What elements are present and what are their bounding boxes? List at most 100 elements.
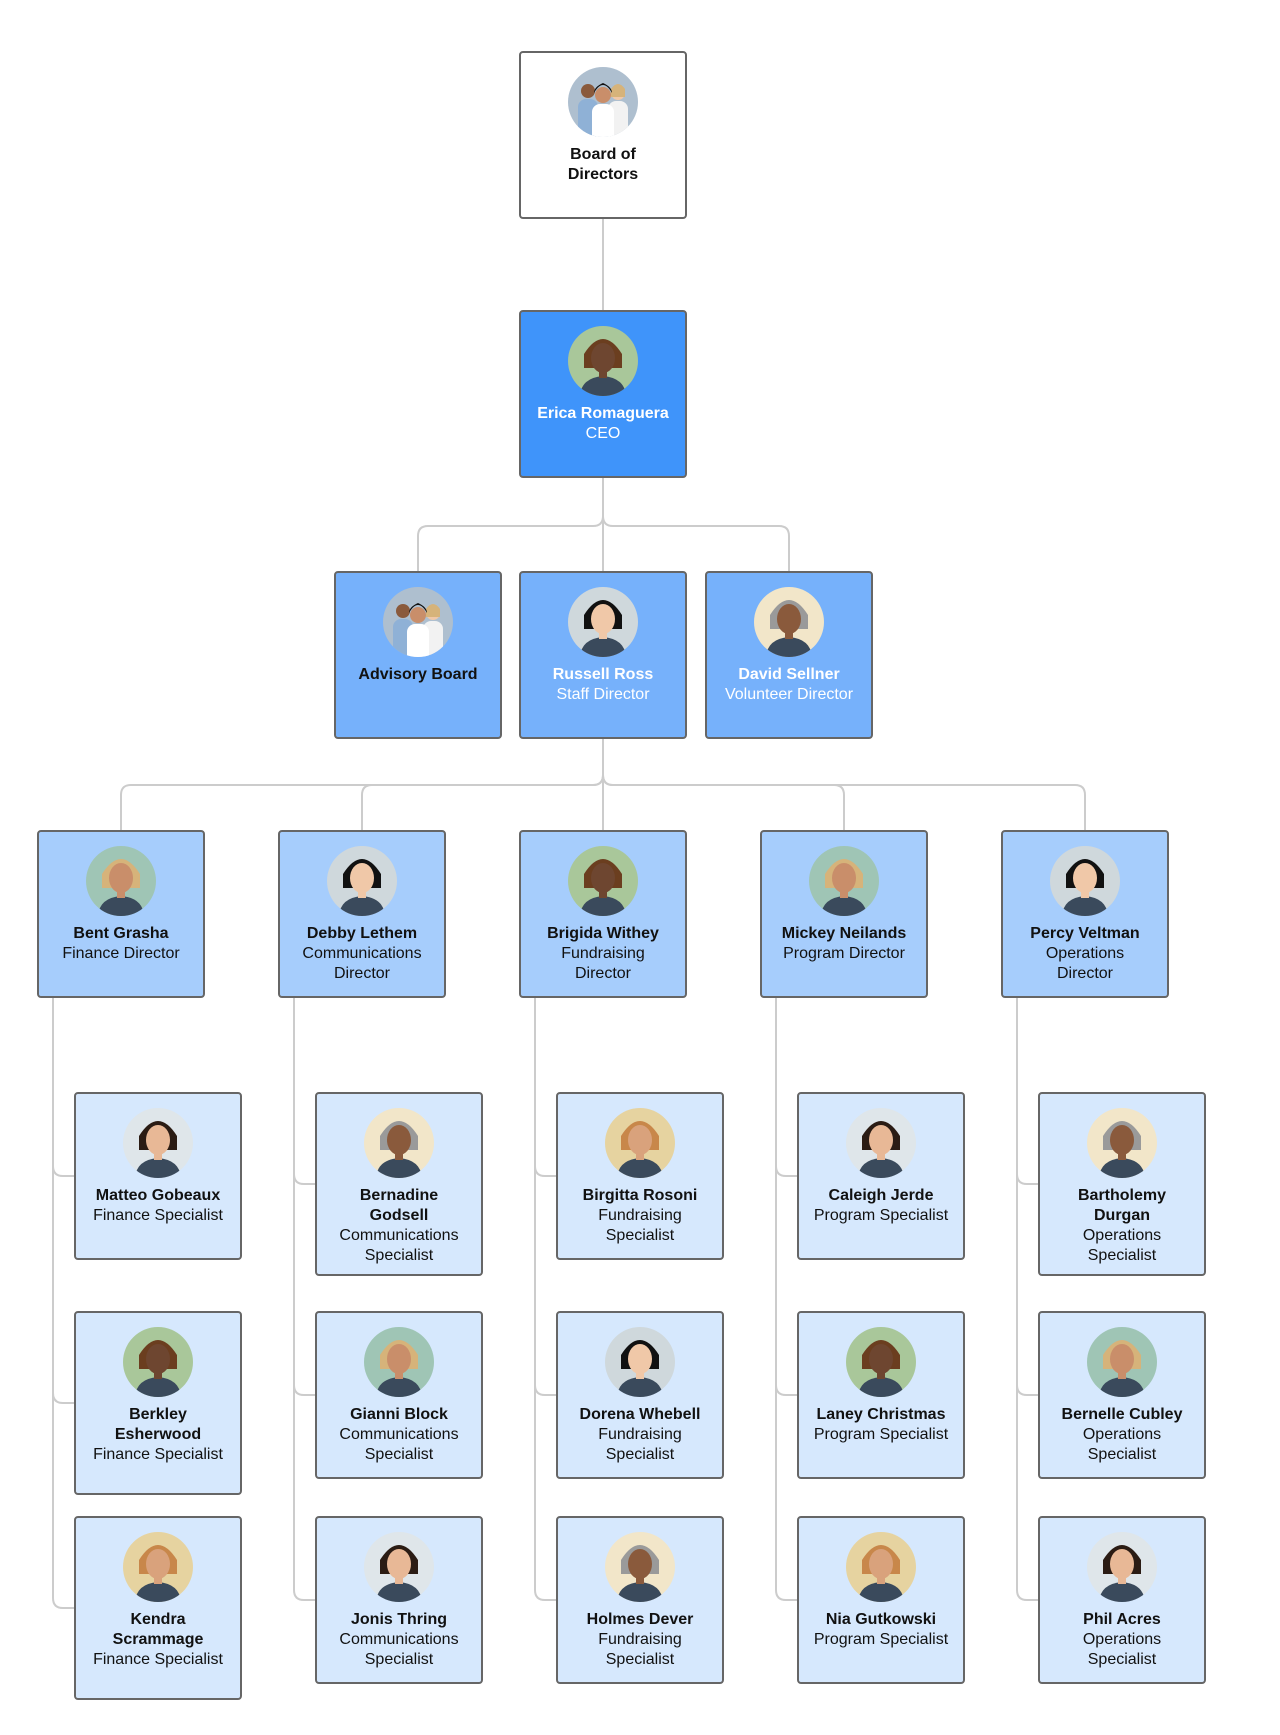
person-photo-svg [846,1108,916,1178]
person-photo-icon [86,846,156,916]
node-ceo[interactable]: Erica Romaguera CEO [519,310,687,478]
person-photo-svg [568,846,638,916]
person-photo-icon [1050,846,1120,916]
person-photo-svg [86,846,156,916]
node-specialist[interactable]: Dorena Whebell Fundraising Specialist [556,1311,724,1479]
person-photo-icon [605,1108,675,1178]
node-specialist[interactable]: Jonis Thring Communications Specialist [315,1516,483,1684]
person-photo-svg [364,1532,434,1602]
node-director[interactable]: Percy Veltman Operations Director [1001,830,1169,998]
person-photo-icon [568,326,638,396]
node-role: Communications Specialist [339,1631,459,1668]
node-specialist[interactable]: Kendra Scrammage Finance Specialist [74,1516,242,1700]
connector-director-specialist [1016,998,1038,1396]
node-specialist[interactable]: Phil Acres Operations Specialist [1038,1516,1206,1684]
node-role: Program Specialist [813,1631,949,1648]
node-specialist[interactable]: Nia Gutkowski Program Specialist [797,1516,965,1684]
node-name: Phil Acres [1083,1611,1161,1628]
node-specialist[interactable]: Matteo Gobeaux Finance Specialist [74,1092,242,1260]
person-photo-icon [123,1327,193,1397]
node-specialist[interactable]: Birgitta Rosoni Fundraising Specialist [556,1092,724,1260]
node-role: Operations Director [1045,945,1125,982]
person-photo-icon [123,1532,193,1602]
node-advisory-board[interactable]: Advisory Board [334,571,502,739]
person-photo-icon [568,587,638,657]
node-name: Bartholemy Durgan [1077,1187,1167,1224]
node-director[interactable]: Mickey Neilands Program Director [760,830,928,998]
person-photo-icon [605,1532,675,1602]
connector-director-specialist [775,998,797,1601]
node-specialist[interactable]: Caleigh Jerde Program Specialist [797,1092,965,1260]
person-photo-svg [568,326,638,396]
node-specialist[interactable]: Bernelle Cubley Operations Specialist [1038,1311,1206,1479]
node-name: Bent Grasha [73,925,169,942]
node-board-of-directors[interactable]: Board of Directors [519,51,687,219]
node-name: Matteo Gobeaux [95,1187,221,1204]
node-specialist[interactable]: Bernadine Godsell Communications Special… [315,1092,483,1276]
person-photo-icon [846,1327,916,1397]
connector-director-specialist [775,998,797,1396]
connector-director-specialist [1016,998,1038,1601]
person-photo-icon [568,846,638,916]
person-photo-svg [123,1532,193,1602]
node-director[interactable]: Debby Lethem Communications Director [278,830,446,998]
connector-director-specialist [534,998,556,1601]
node-role: CEO [585,425,621,442]
connector-staff-director [361,774,604,830]
connector-director-specialist [534,998,556,1177]
org-chart-canvas: Board of Directors Erica Romaguera CEO A… [0,0,1280,1735]
node-specialist[interactable]: Berkley Esherwood Finance Specialist [74,1311,242,1495]
connector-director-specialist [293,998,315,1396]
connector-director-specialist [52,998,74,1404]
node-role: Communications Director [302,945,422,982]
node-name: Debby Lethem [306,925,418,942]
node-director[interactable]: Bent Grasha Finance Director [37,830,205,998]
connector-staff-director [602,774,845,830]
connector-director-specialist [293,998,315,1185]
person-photo-icon [809,846,879,916]
node-role: Communications Specialist [339,1426,459,1463]
person-photo-svg [364,1327,434,1397]
person-photo-icon [1087,1108,1157,1178]
node-specialist[interactable]: Holmes Dever Fundraising Specialist [556,1516,724,1684]
person-photo-icon [846,1108,916,1178]
node-name: Dorena Whebell [579,1406,701,1423]
person-photo-svg [754,587,824,657]
node-name: Bernelle Cubley [1061,1406,1183,1423]
node-specialist[interactable]: Laney Christmas Program Specialist [797,1311,965,1479]
node-name: Birgitta Rosoni [582,1187,698,1204]
connector-director-specialist [1016,998,1038,1185]
node-director[interactable]: Brigida Withey Fundraising Director [519,830,687,998]
node-role: Program Director [783,945,905,962]
person-photo-svg [809,846,879,916]
person-photo-icon [327,846,397,916]
person-photo-svg [605,1327,675,1397]
node-volunteer-director[interactable]: David Sellner Volunteer Director [705,571,873,739]
node-name: Mickey Neilands [781,925,907,942]
node-name: David Sellner [738,666,840,683]
node-role: Staff Director [556,686,650,703]
node-name: Holmes Dever [586,1611,694,1628]
node-role: Fundraising Specialist [598,1631,682,1668]
node-role: Finance Specialist [93,1207,223,1224]
group-photo-svg [568,67,638,137]
node-role: Finance Director [62,945,180,962]
person-photo-svg [846,1532,916,1602]
connector-director-specialist [534,998,556,1396]
node-name: Laney Christmas [816,1406,946,1423]
connector-director-specialist [52,998,74,1177]
person-photo-icon [364,1532,434,1602]
node-name: Jonis Thring [351,1611,447,1628]
person-photo-svg [1087,1108,1157,1178]
person-photo-svg [1087,1532,1157,1602]
person-photo-svg [1087,1327,1157,1397]
node-specialist[interactable]: Gianni Block Communications Specialist [315,1311,483,1479]
node-specialist[interactable]: Bartholemy Durgan Operations Specialist [1038,1092,1206,1276]
node-role: Fundraising Specialist [598,1207,682,1244]
node-name: Erica Romaguera [537,405,669,422]
person-photo-icon [364,1108,434,1178]
person-photo-svg [364,1108,434,1178]
node-staff-director[interactable]: Russell Ross Staff Director [519,571,687,739]
person-photo-svg [327,846,397,916]
node-name: Kendra Scrammage [112,1611,204,1648]
